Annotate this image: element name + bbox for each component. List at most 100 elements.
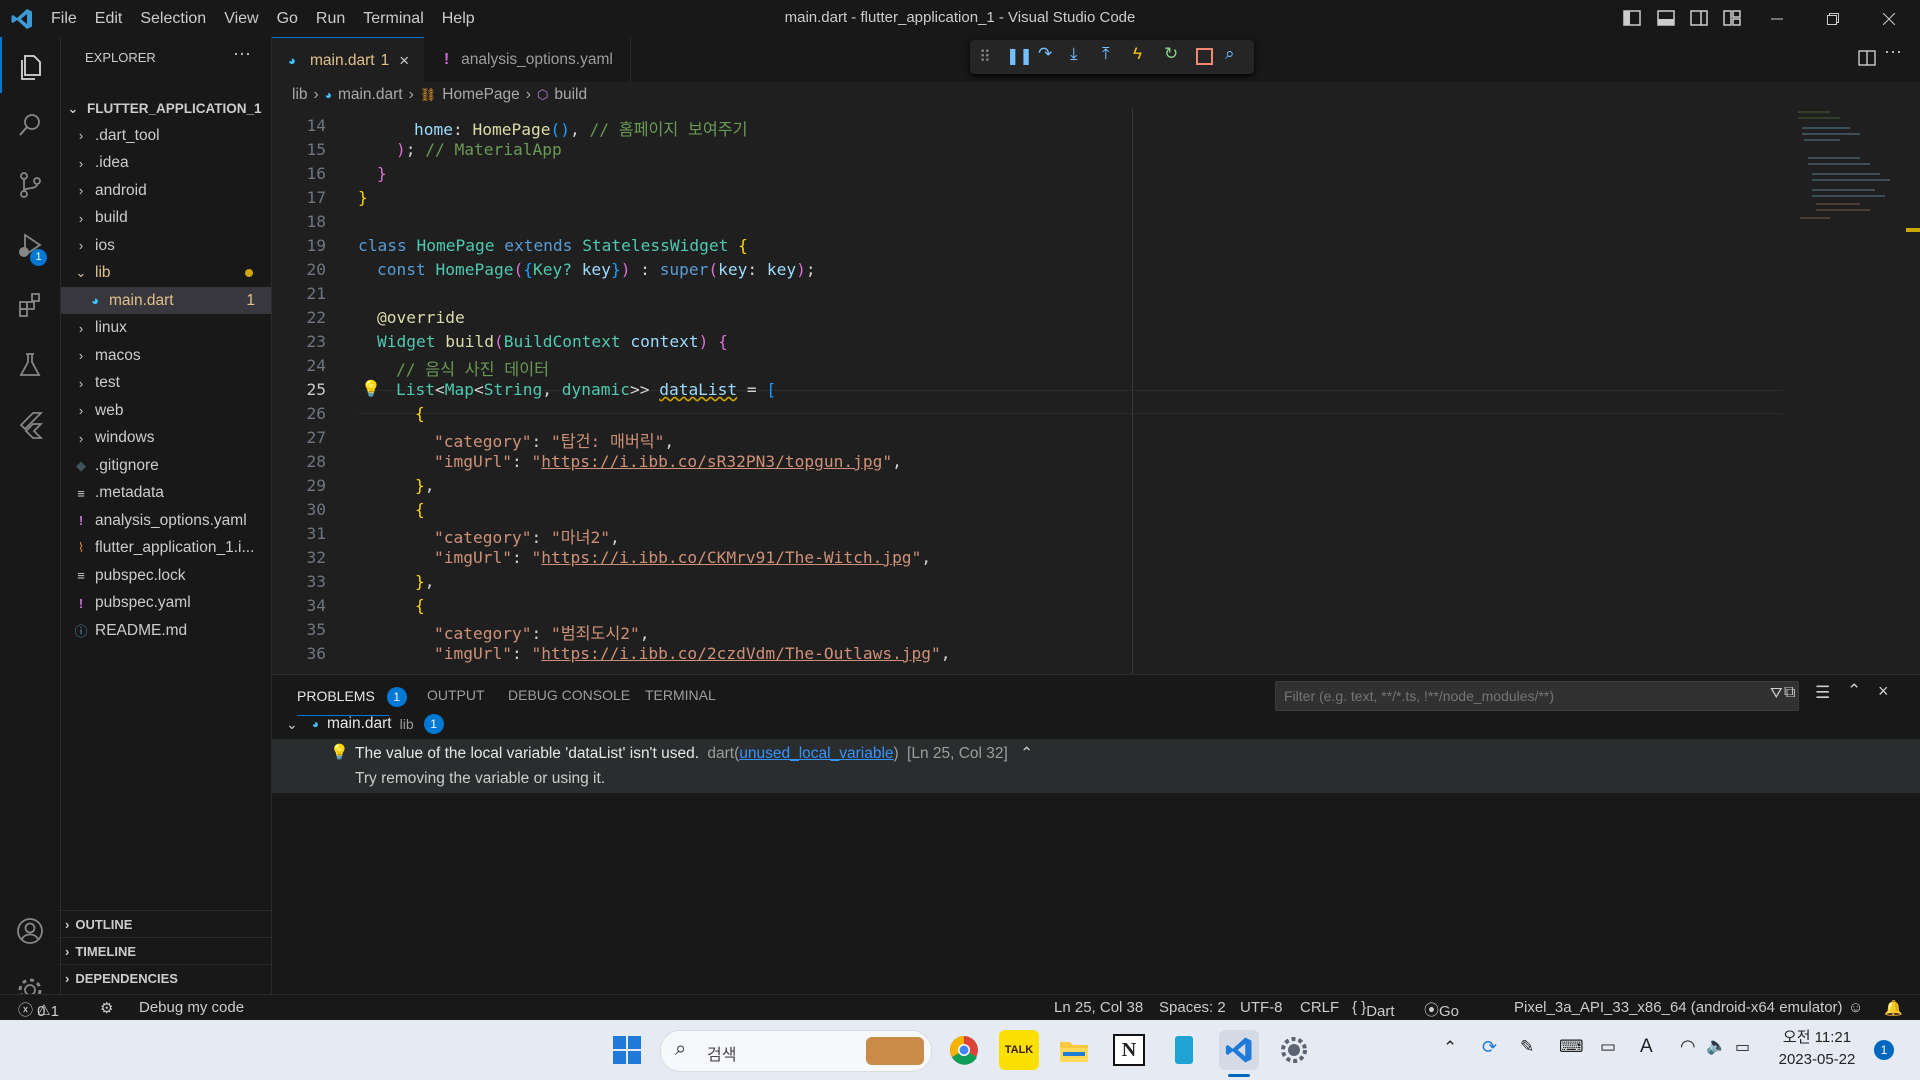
- tree-item-dart-tool[interactable]: › .dart_tool: [61, 122, 271, 149]
- volume-icon[interactable]: 🔈: [1706, 1036, 1727, 1056]
- device-selector[interactable]: Pixel_3a_API_33_x86_64 (android-x64 emul…: [1514, 999, 1843, 1016]
- menu-help[interactable]: Help: [433, 0, 484, 37]
- url-link[interactable]: https://i.ibb.co/sR32PN3/topgun.jpg: [541, 452, 882, 471]
- url-link[interactable]: https://i.ibb.co/CKMrv91/The-Witch.jpg: [541, 548, 911, 567]
- run-and-debug-icon[interactable]: 1: [0, 217, 60, 273]
- tree-item-pubspec-yaml[interactable]: ! pubspec.yaml: [61, 590, 271, 617]
- file-explorer-icon[interactable]: [1054, 1030, 1094, 1070]
- menu-selection[interactable]: Selection: [131, 0, 215, 37]
- tree-item-web[interactable]: › web: [61, 397, 271, 424]
- notion-icon[interactable]: N: [1109, 1030, 1149, 1070]
- tree-item-test[interactable]: › test: [61, 370, 271, 397]
- toggle-secondary-sidebar-icon[interactable]: [1689, 8, 1709, 28]
- source-control-icon[interactable]: [0, 157, 60, 213]
- tree-item-gitignore[interactable]: ◆ .gitignore: [61, 452, 271, 479]
- menu-go[interactable]: Go: [268, 0, 307, 37]
- start-button-icon[interactable]: [607, 1030, 647, 1070]
- devtools-search-icon[interactable]: ⌕: [1225, 44, 1235, 64]
- customize-layout-icon[interactable]: [1722, 8, 1742, 28]
- workspace-root[interactable]: ⌄ FLUTTER_APPLICATION_1: [61, 95, 271, 122]
- hot-reload-icon[interactable]: ϟ: [1133, 44, 1142, 64]
- maximize-panel-icon[interactable]: ⌃: [1847, 681, 1861, 701]
- dependencies-section[interactable]: › DEPENDENCIES: [61, 964, 271, 992]
- flutter-icon[interactable]: [0, 397, 60, 453]
- tree-item-macos[interactable]: › macos: [61, 342, 271, 369]
- tablet-icon[interactable]: ▭: [1600, 1037, 1616, 1057]
- explorer-icon[interactable]: [0, 39, 60, 95]
- tree-item-readme-md[interactable]: ⓘ README.md: [61, 617, 271, 644]
- tab-analysis-options[interactable]: ! analysis_options.yaml: [424, 37, 631, 82]
- tree-item-idea[interactable]: › .idea: [61, 150, 271, 177]
- minimap[interactable]: [1790, 108, 1910, 228]
- menu-view[interactable]: View: [215, 0, 267, 37]
- more-actions-icon[interactable]: ···: [233, 43, 251, 64]
- outline-section[interactable]: › OUTLINE: [61, 910, 271, 938]
- kakaotalk-icon[interactable]: TALK: [999, 1030, 1039, 1070]
- menu-edit[interactable]: Edit: [86, 0, 132, 37]
- language-mode[interactable]: { } Dart: [1352, 999, 1395, 1020]
- filter-input[interactable]: [1282, 685, 1726, 707]
- menu-run[interactable]: Run: [307, 0, 354, 37]
- toggle-panel-icon[interactable]: [1656, 8, 1676, 28]
- menu-terminal[interactable]: Terminal: [354, 0, 432, 37]
- tree-item-lib[interactable]: ⌄ lib: [61, 260, 271, 287]
- tree-item-android[interactable]: › android: [61, 177, 271, 204]
- clock[interactable]: 오전 11:21 2023-05-22: [1772, 1026, 1862, 1068]
- restore-button[interactable]: [1810, 0, 1856, 37]
- minimize-button[interactable]: [1754, 0, 1800, 37]
- settings-icon[interactable]: [1274, 1030, 1314, 1070]
- stop-icon[interactable]: [1196, 48, 1213, 65]
- tab-terminal[interactable]: TERMINAL: [645, 687, 716, 703]
- close-panel-icon[interactable]: ×: [1878, 681, 1889, 702]
- notifications-bell-icon[interactable]: 🔔: [1884, 999, 1903, 1017]
- breadcrumb-lib[interactable]: lib: [292, 86, 308, 104]
- code-editor[interactable]: 14 15 16 17 18 19 20 21 22 23 24 25 26 27 28 29 30 31 32 33…: [272, 108, 1920, 674]
- tab-output[interactable]: OUTPUT: [427, 687, 485, 703]
- cursor-position[interactable]: Ln 25, Col 38: [1054, 999, 1143, 1016]
- toggle-primary-sidebar-icon[interactable]: [1622, 8, 1642, 28]
- problem-group-main-dart[interactable]: ⌄ ◕ main.dart lib 1: [286, 711, 444, 737]
- tree-item-main-dart[interactable]: ◕ main.dart 1: [61, 287, 271, 314]
- tab-problems[interactable]: PROBLEMS 1: [297, 687, 407, 707]
- drag-handle-icon[interactable]: ⠿: [979, 47, 991, 67]
- filter-icon[interactable]: ⛛: [1770, 685, 1783, 702]
- chevron-up-icon[interactable]: ⌃: [1020, 745, 1033, 762]
- show-hidden-icons-icon[interactable]: ⌃: [1443, 1038, 1457, 1058]
- split-editor-icon[interactable]: [1858, 49, 1876, 67]
- battery-icon[interactable]: ▭: [1735, 1037, 1750, 1057]
- problems-filter[interactable]: ⛛: [1275, 681, 1799, 711]
- problem-row-selected[interactable]: 💡 The value of the local variable 'dataL…: [272, 739, 1920, 793]
- vscode-taskbar-icon[interactable]: [1219, 1030, 1259, 1070]
- breadcrumb-file[interactable]: main.dart: [338, 86, 403, 104]
- pen-icon[interactable]: ✎: [1520, 1037, 1534, 1057]
- debug-config[interactable]: Debug my code: [139, 999, 244, 1016]
- menu-file[interactable]: File: [42, 0, 86, 37]
- tree-item-windows[interactable]: › windows: [61, 425, 271, 452]
- problem-code-link[interactable]: unused_local_variable: [739, 745, 893, 762]
- tab-debug-console[interactable]: DEBUG CONSOLE: [508, 687, 630, 703]
- testing-icon[interactable]: [0, 337, 60, 393]
- close-window-button[interactable]: [1866, 0, 1912, 37]
- collapse-all-icon[interactable]: ⧉: [1784, 684, 1795, 702]
- problems-status[interactable]: ⓧ 0 ⚠ 1: [18, 999, 59, 1020]
- go-live[interactable]: ⦿ Go Live: [1424, 999, 1467, 1037]
- extensions-icon[interactable]: [0, 277, 60, 333]
- tree-item-linux[interactable]: › linux: [61, 315, 271, 342]
- chrome-icon[interactable]: [944, 1030, 984, 1070]
- debug-run-icon[interactable]: ⚙: [100, 999, 113, 1017]
- taskbar-search[interactable]: ⌕ 검색: [660, 1030, 932, 1072]
- step-out-icon[interactable]: ⤒: [1102, 44, 1110, 64]
- search-icon[interactable]: [0, 97, 60, 153]
- view-as-list-icon[interactable]: ☰: [1815, 683, 1830, 703]
- editor-more-actions-icon[interactable]: ···: [1884, 41, 1902, 62]
- notification-badge[interactable]: 1: [1874, 1040, 1894, 1060]
- encoding[interactable]: UTF-8: [1240, 999, 1283, 1016]
- breadcrumb-method[interactable]: build: [554, 86, 587, 104]
- tree-item-pubspec-lock[interactable]: ≡ pubspec.lock: [61, 562, 271, 589]
- indentation[interactable]: Spaces: 2: [1159, 999, 1226, 1016]
- breadcrumb-class[interactable]: HomePage: [442, 86, 520, 104]
- step-over-icon[interactable]: ↷: [1038, 44, 1052, 64]
- feedback-icon[interactable]: ☺: [1848, 999, 1863, 1016]
- tree-item-flutter-application-1-i[interactable]: ⌇ flutter_application_1.i...: [61, 535, 271, 562]
- pause-icon[interactable]: ❚❚: [1006, 46, 1033, 66]
